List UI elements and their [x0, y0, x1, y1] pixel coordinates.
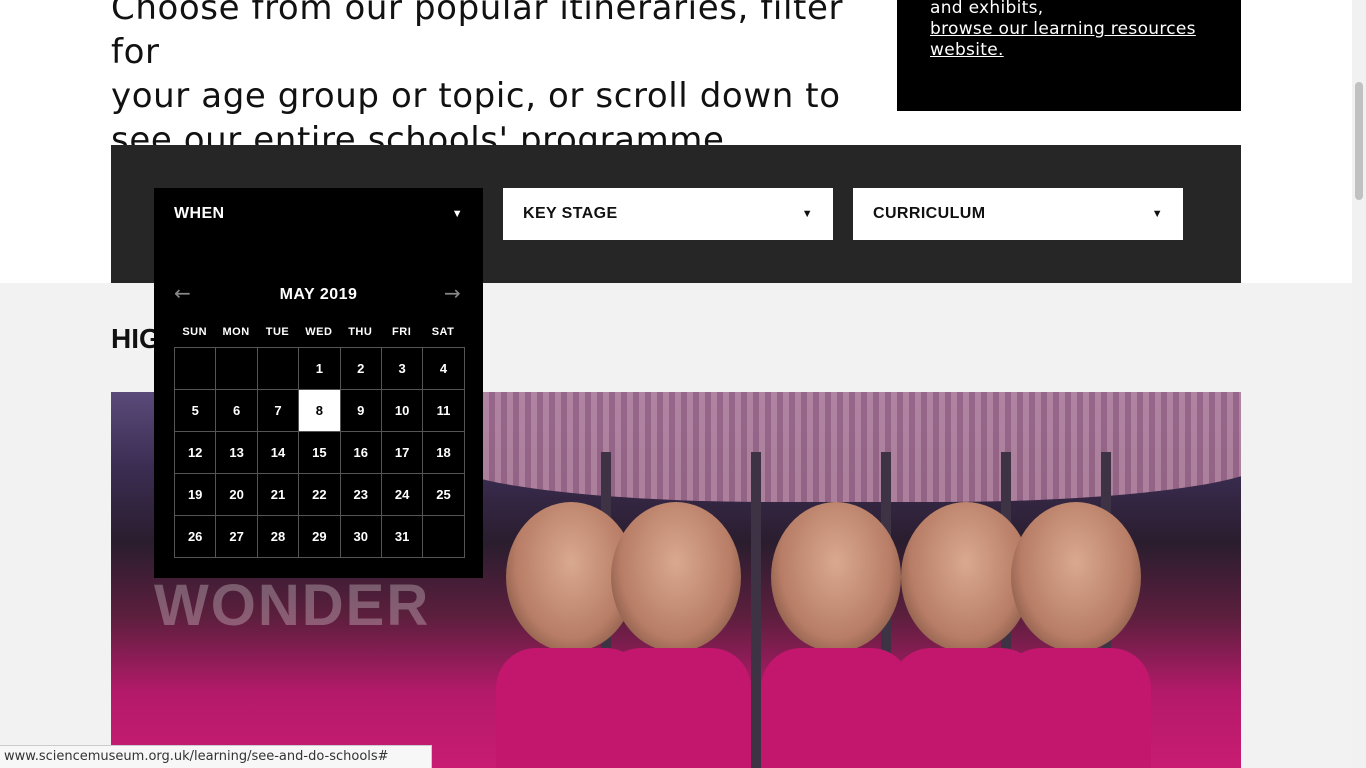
- weekday-label: SAT: [431, 326, 455, 338]
- weekday-label: MON: [222, 326, 250, 338]
- calendar-day[interactable]: 12: [175, 432, 217, 474]
- calendar-day[interactable]: 3: [381, 348, 424, 390]
- weekday-label: SUN: [182, 326, 208, 338]
- calendar-day[interactable]: 9: [340, 390, 382, 432]
- learning-resources-link-line1[interactable]: browse our learning resources: [930, 19, 1196, 39]
- key-stage-dropdown-label: KEY STAGE: [523, 205, 618, 222]
- hero-ring-decoration: [441, 392, 1241, 502]
- learning-resources-link-line2[interactable]: website.: [930, 40, 1004, 60]
- calendar-day[interactable]: 28: [257, 516, 300, 558]
- calendar-day[interactable]: 16: [340, 432, 382, 474]
- hero-overlay-title: WONDER: [154, 573, 431, 638]
- calendar-day[interactable]: 26: [175, 516, 217, 558]
- calendar-day[interactable]: 6: [216, 390, 258, 432]
- calendar-day[interactable]: 14: [257, 432, 300, 474]
- hero-face: [771, 502, 901, 652]
- hero-face: [611, 502, 741, 652]
- intro-line-1: Choose from our popular itineraries, fil…: [111, 0, 844, 72]
- calendar-day[interactable]: 10: [381, 390, 424, 432]
- weekday-header-row: SUN MON TUE WED THU FRI SAT: [174, 326, 464, 338]
- calendar-day[interactable]: 5: [175, 390, 217, 432]
- date-picker-calendar: ← MAY 2019 → SUN MON TUE WED THU FRI SAT 12345…: [154, 240, 483, 578]
- hero-pillar: [751, 452, 761, 768]
- resources-callout-text: and exhibits, browse our learning resour…: [930, 0, 1220, 61]
- next-month-arrow-icon[interactable]: →: [444, 283, 461, 303]
- intro-paragraph: Choose from our popular itineraries, fil…: [111, 0, 851, 162]
- weekday-label: FRI: [392, 326, 412, 338]
- calendar-day[interactable]: 30: [340, 516, 382, 558]
- callout-text-line: and exhibits,: [930, 0, 1044, 18]
- curriculum-dropdown[interactable]: CURRICULUM ▼: [853, 188, 1183, 240]
- calendar-empty-cell: [175, 348, 217, 390]
- calendar-month-label: MAY 2019: [279, 286, 358, 303]
- calendar-day-selected[interactable]: 8: [299, 390, 341, 432]
- weekday-label: TUE: [265, 326, 290, 338]
- calendar-day[interactable]: 24: [381, 474, 424, 516]
- hero-face: [1011, 502, 1141, 652]
- calendar-empty-cell: [216, 348, 258, 390]
- calendar-day[interactable]: 18: [423, 432, 465, 474]
- calendar-day[interactable]: 20: [216, 474, 258, 516]
- caret-down-icon: ▼: [801, 208, 813, 220]
- scrollbar-thumb[interactable]: [1355, 82, 1363, 200]
- calendar-day[interactable]: 27: [216, 516, 258, 558]
- page-scrollbar[interactable]: [1352, 0, 1366, 768]
- calendar-day[interactable]: 23: [340, 474, 382, 516]
- hero-shirt: [601, 648, 751, 768]
- calendar-day[interactable]: 22: [299, 474, 341, 516]
- browser-status-bar: www.sciencemuseum.org.uk/learning/see-an…: [0, 745, 432, 768]
- calendar-day[interactable]: 25: [423, 474, 465, 516]
- caret-down-icon: ▼: [451, 208, 463, 220]
- calendar-day[interactable]: 4: [423, 348, 465, 390]
- hero-shirt: [761, 648, 911, 768]
- calendar-day[interactable]: 2: [340, 348, 382, 390]
- calendar-day[interactable]: 17: [381, 432, 424, 474]
- curriculum-dropdown-label: CURRICULUM: [873, 205, 986, 222]
- when-dropdown[interactable]: WHEN ▼: [154, 188, 483, 240]
- calendar-day[interactable]: 19: [175, 474, 217, 516]
- learning-resources-link[interactable]: browse our learning resources website.: [930, 19, 1196, 60]
- calendar-day[interactable]: 15: [299, 432, 341, 474]
- weekday-label: THU: [348, 326, 373, 338]
- calendar-day[interactable]: 31: [381, 516, 424, 558]
- weekday-label: WED: [305, 326, 333, 338]
- calendar-day-grid: 1 2 3 4 5 6 7 8 9 10 11 12 13 14 15 16 17 18 19 20 21 22 23 24 2…: [174, 347, 465, 558]
- calendar-day[interactable]: 21: [257, 474, 300, 516]
- calendar-day[interactable]: 7: [257, 390, 300, 432]
- calendar-day[interactable]: 11: [423, 390, 465, 432]
- calendar-day[interactable]: 13: [216, 432, 258, 474]
- calendar-day[interactable]: 1: [299, 348, 341, 390]
- resources-callout: and exhibits, browse our learning resour…: [897, 0, 1241, 111]
- intro-line-2: your age group or topic, or scroll down …: [111, 76, 841, 116]
- hero-shirt: [1001, 648, 1151, 768]
- caret-down-icon: ▼: [1151, 208, 1163, 220]
- key-stage-dropdown[interactable]: KEY STAGE ▼: [503, 188, 833, 240]
- calendar-empty-cell: [257, 348, 300, 390]
- calendar-day[interactable]: 29: [299, 516, 341, 558]
- when-dropdown-label: WHEN: [174, 205, 225, 222]
- calendar-empty-cell: [423, 516, 465, 558]
